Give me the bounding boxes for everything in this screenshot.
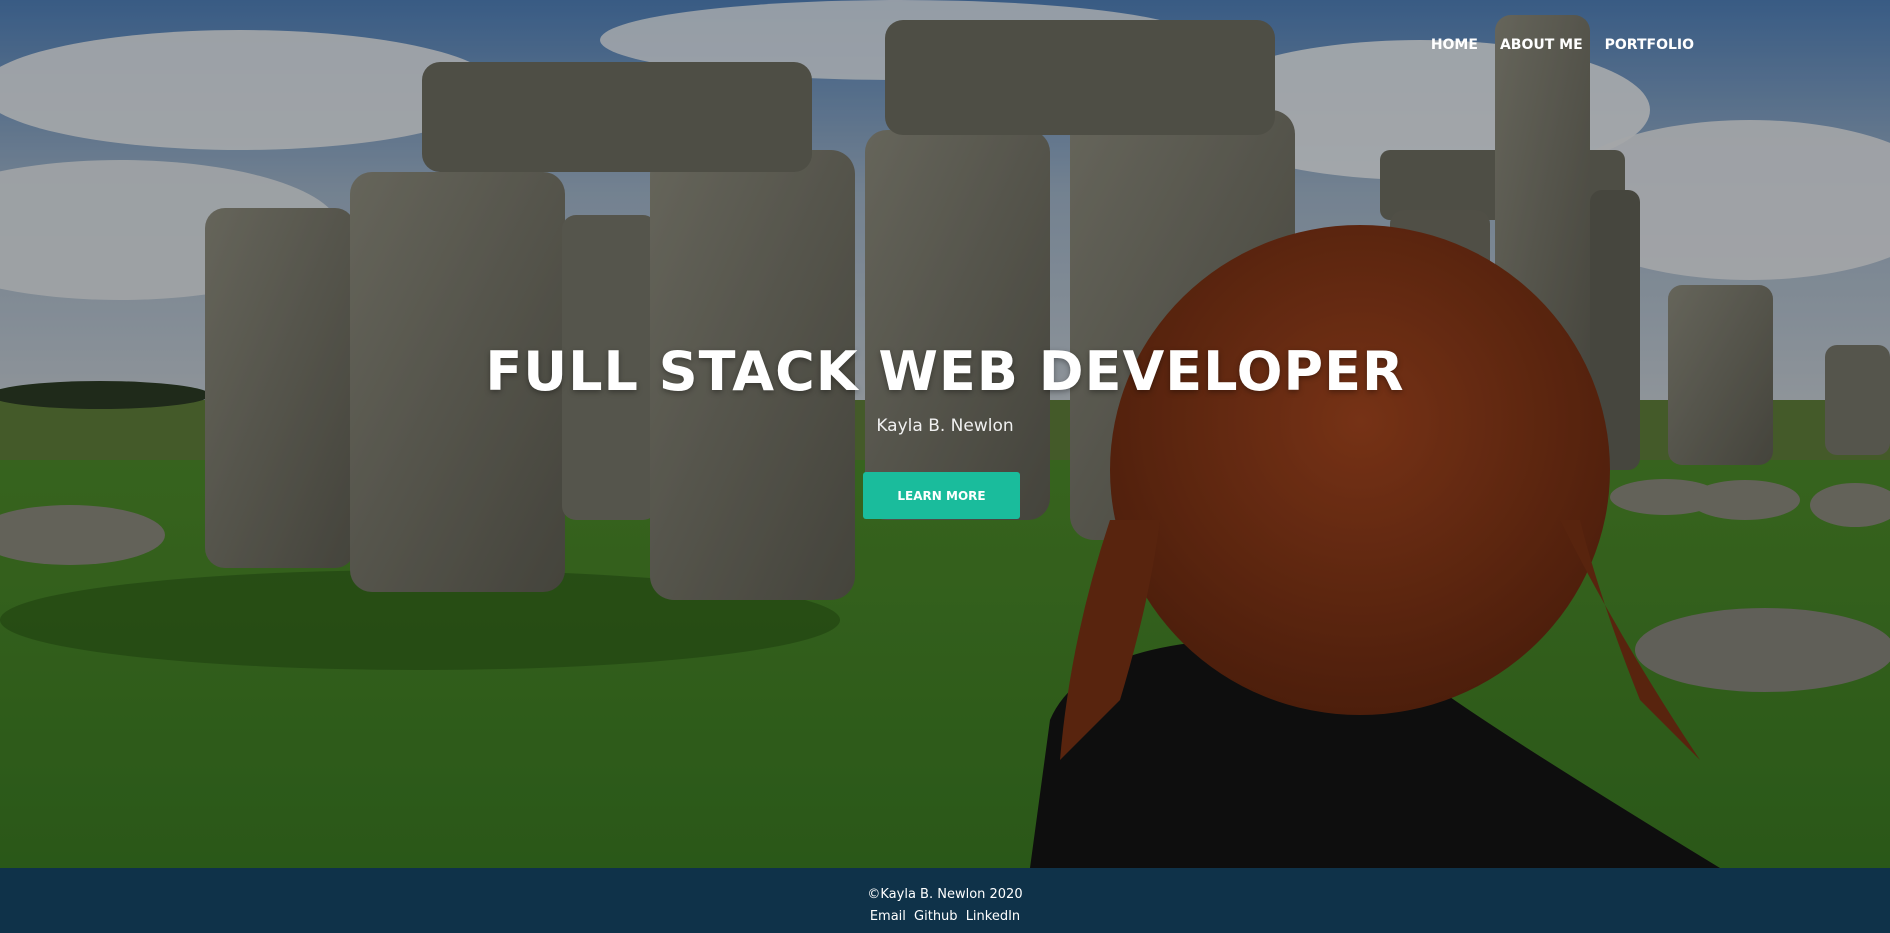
footer-link-github[interactable]: Github: [914, 909, 958, 924]
footer-links: Email Github LinkedIn: [0, 909, 1890, 924]
learn-more-button[interactable]: LEARN MORE: [863, 472, 1020, 519]
nav-item-about-me[interactable]: ABOUT ME: [1500, 37, 1583, 53]
footer: ©Kayla B. Newlon 2020 Email Github Linke…: [0, 868, 1890, 933]
nav-item-home[interactable]: HOME: [1431, 37, 1478, 53]
footer-copyright: ©Kayla B. Newlon 2020: [867, 887, 1023, 902]
footer-link-linkedin[interactable]: LinkedIn: [966, 909, 1020, 924]
hero-subtitle: Kayla B. Newlon: [876, 416, 1014, 436]
top-nav: HOME ABOUT ME PORTFOLIO: [1431, 37, 1694, 53]
hero-section: HOME ABOUT ME PORTFOLIO FULL STACK WEB D…: [0, 0, 1890, 868]
nav-item-portfolio[interactable]: PORTFOLIO: [1605, 37, 1694, 53]
hero-title: FULL STACK WEB DEVELOPER: [485, 340, 1405, 403]
footer-link-email[interactable]: Email: [870, 909, 906, 924]
